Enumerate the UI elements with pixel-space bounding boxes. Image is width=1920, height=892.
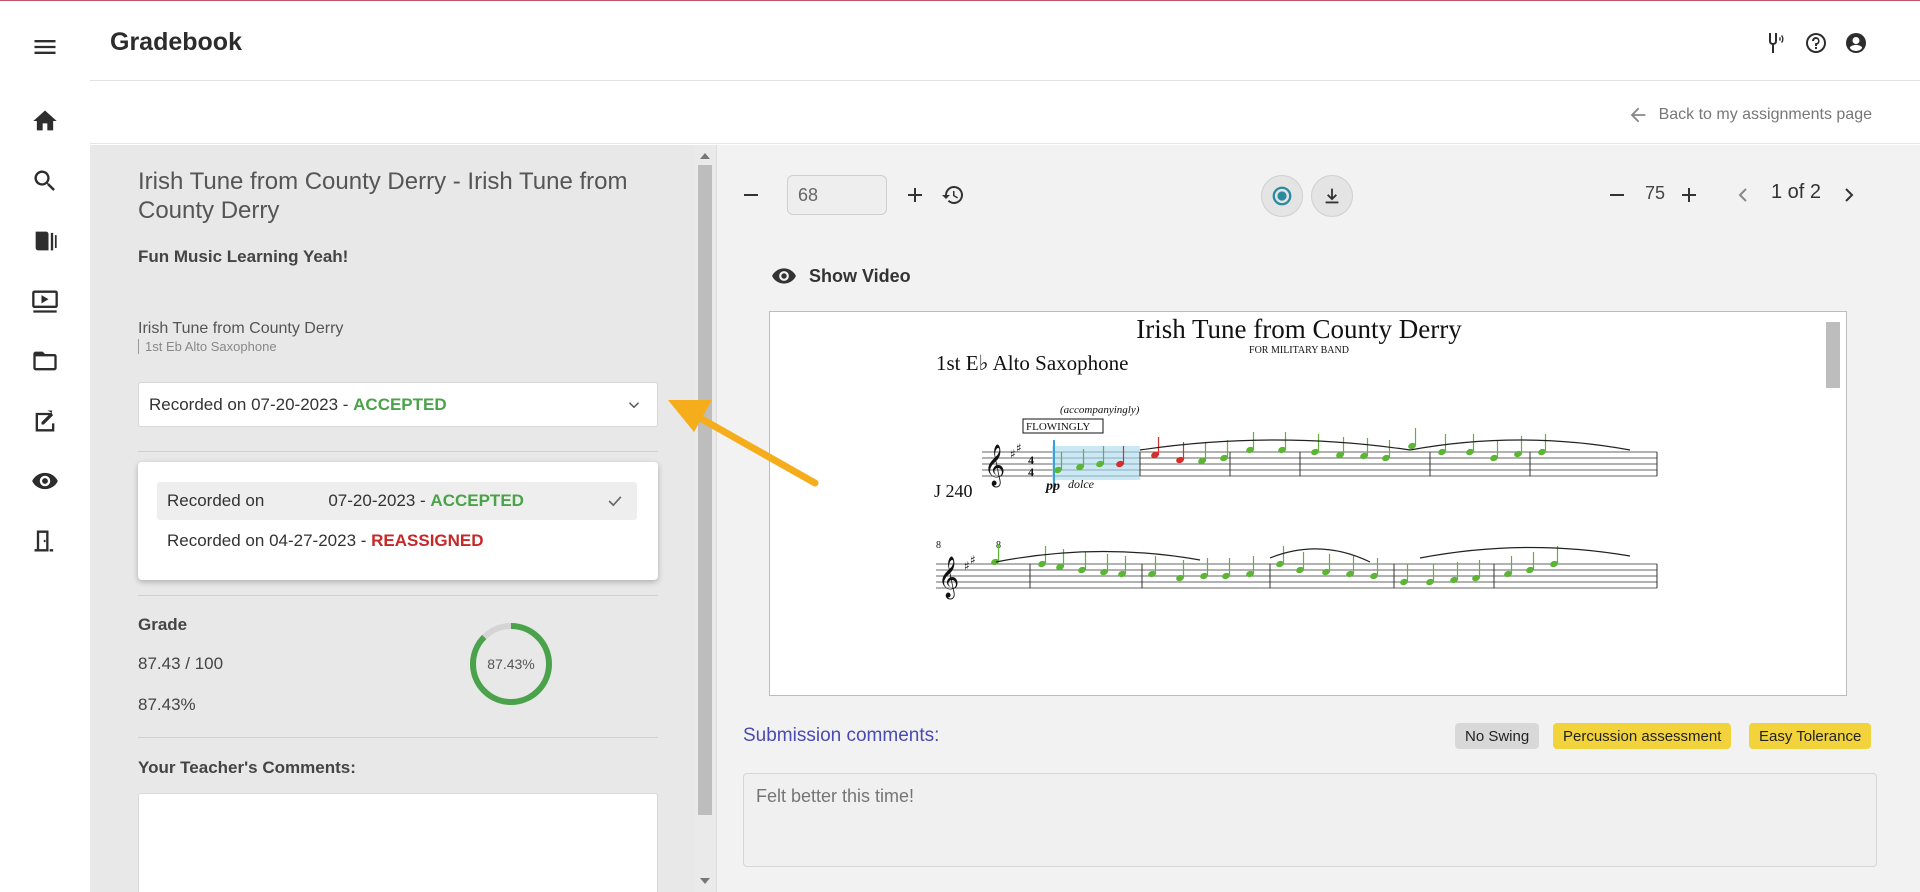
tuning-fork-icon[interactable]: [1760, 29, 1788, 57]
option-status: ACCEPTED: [430, 491, 524, 510]
library-icon[interactable]: [29, 225, 61, 257]
arrow-left-icon: [1630, 107, 1645, 123]
check-icon: [608, 496, 622, 507]
piece-name: Irish Tune from County Derry: [138, 320, 344, 337]
recording-select-status: ACCEPTED: [353, 394, 447, 414]
svg-text:♯: ♯: [970, 553, 976, 567]
record-icon: [1272, 186, 1292, 206]
piece-part: 1st Eb Alto Saxophone: [138, 339, 277, 354]
recording-option-2[interactable]: Recorded on 04-27-2023 - REASSIGNED: [157, 522, 637, 560]
recording-option-1[interactable]: Recorded on 07-20-2023 - ACCEPTED: [157, 482, 637, 520]
option-status: REASSIGNED: [371, 531, 484, 550]
left-panel-scrollbar[interactable]: [694, 145, 716, 892]
teacher-comments-label: Your Teacher's Comments:: [138, 758, 356, 777]
assignment-subtitle: Fun Music Learning Yeah!: [138, 247, 349, 266]
eye-icon: [772, 268, 796, 284]
zoom-level: 75: [1645, 183, 1666, 203]
menu-icon[interactable]: [29, 31, 61, 63]
score-measure-num-left: 8: [936, 540, 941, 551]
score-accompany: (accompanyingly): [1060, 404, 1140, 416]
minus-icon: [1610, 194, 1624, 196]
tempo-decrease-button[interactable]: [737, 181, 765, 209]
score-tempo-box: FLOWINGLY: [1026, 421, 1090, 433]
zoom-out-button[interactable]: [1603, 181, 1631, 209]
back-to-assignments-link[interactable]: Back to my assignments page: [1627, 104, 1872, 126]
sheet-music-viewer[interactable]: Irish Tune from County Derry FOR MILITAR…: [769, 311, 1847, 696]
submission-comments-label: Submission comments:: [743, 725, 940, 746]
search-icon[interactable]: [29, 165, 61, 197]
option-date: 07-20-2023 -: [328, 491, 431, 510]
zoom-in-button[interactable]: [1675, 181, 1703, 209]
show-video-label: Show Video: [809, 265, 911, 286]
chevron-right-icon: [1845, 188, 1854, 202]
chevron-down-icon: [628, 402, 640, 409]
folder-icon[interactable]: [29, 345, 61, 377]
plus-icon: [908, 188, 922, 202]
video-library-icon[interactable]: [29, 285, 61, 317]
logout-door-icon[interactable]: [29, 525, 61, 557]
score-subtitle: FOR MILITARY BAND: [1249, 345, 1349, 356]
app-header: Gradebook: [90, 1, 1920, 81]
tag-percussion-assessment: Percussion assessment: [1553, 723, 1732, 749]
divider: [138, 737, 658, 738]
download-button[interactable]: [1311, 175, 1353, 217]
back-link-label: Back to my assignments page: [1658, 106, 1872, 123]
tempo-input[interactable]: [787, 175, 887, 215]
record-button[interactable]: [1261, 175, 1303, 217]
score-expression: dolce: [1068, 477, 1095, 491]
svg-text:♯: ♯: [964, 559, 970, 573]
grade-label: Grade: [138, 615, 188, 634]
score-tempo-mark: J 240: [934, 481, 973, 501]
plus-icon: [1682, 188, 1696, 202]
grade-percent: 87.43%: [138, 695, 196, 714]
assignment-title: Irish Tune from County Derry - Irish Tun…: [138, 168, 628, 224]
teacher-comments-box: [138, 793, 658, 892]
tag-easy-tolerance: Easy Tolerance: [1749, 723, 1872, 749]
divider: [138, 595, 658, 596]
score-title: Irish Tune from County Derry: [1136, 314, 1462, 344]
score-viewer-panel: 75 1 of 2 Show Video Irish Tune from Cou…: [716, 145, 1920, 892]
recording-select[interactable]: Recorded on 07-20-2023 - ACCEPTED: [138, 382, 658, 427]
account-icon[interactable]: [1842, 29, 1870, 57]
svg-text:𝄞: 𝄞: [984, 444, 1005, 487]
sidebar: [0, 1, 90, 892]
svg-text:𝄞: 𝄞: [938, 556, 959, 599]
home-icon[interactable]: [29, 105, 61, 137]
previous-page-button[interactable]: [1729, 181, 1757, 209]
reset-tempo-button[interactable]: [939, 181, 967, 209]
divider: [138, 451, 658, 452]
recording-select-prefix: Recorded on 07-20-2023 -: [149, 394, 354, 414]
help-icon[interactable]: [1802, 29, 1830, 57]
assignment-icon[interactable]: [29, 405, 61, 437]
score-part: 1st E♭ Alto Saxophone: [936, 351, 1129, 375]
option-prefix: Recorded on 04-27-2023 -: [167, 531, 372, 550]
grade-ring-text: 87.43%: [487, 656, 535, 672]
sheet-music: Irish Tune from County Derry FOR MILITAR…: [934, 314, 1658, 599]
minus-icon: [744, 194, 758, 196]
svg-text:♯: ♯: [1016, 441, 1022, 455]
assignment-details-panel: Irish Tune from County Derry - Irish Tun…: [90, 145, 716, 892]
option-prefix: Recorded on: [167, 491, 265, 510]
tempo-increase-button[interactable]: [901, 181, 929, 209]
svg-text:♯: ♯: [1010, 447, 1016, 461]
score-scrollbar-thumb[interactable]: [1826, 322, 1840, 388]
page-indicator: 1 of 2: [1771, 181, 1822, 203]
grade-score: 87.43 / 100: [138, 654, 224, 673]
history-icon: [942, 185, 964, 204]
download-icon: [1325, 188, 1339, 204]
recording-dropdown-menu: Recorded on 07-20-2023 - ACCEPTED Record…: [138, 462, 658, 580]
score-dynamic: pp: [1045, 479, 1060, 494]
next-page-button[interactable]: [1835, 181, 1863, 209]
show-video-toggle[interactable]: Show Video: [771, 263, 911, 289]
scroll-down-arrow[interactable]: [700, 878, 710, 884]
chevron-left-icon: [1738, 188, 1747, 202]
score-time-sig-bottom: 4: [1028, 465, 1034, 479]
tag-no-swing: No Swing: [1455, 723, 1540, 749]
eye-icon[interactable]: [29, 465, 61, 497]
page-title: Gradebook: [110, 28, 242, 56]
scroll-thumb[interactable]: [698, 165, 712, 815]
subheader: Back to my assignments page: [90, 82, 1920, 144]
submission-comment-input[interactable]: [743, 773, 1877, 867]
scroll-up-arrow[interactable]: [700, 153, 710, 159]
